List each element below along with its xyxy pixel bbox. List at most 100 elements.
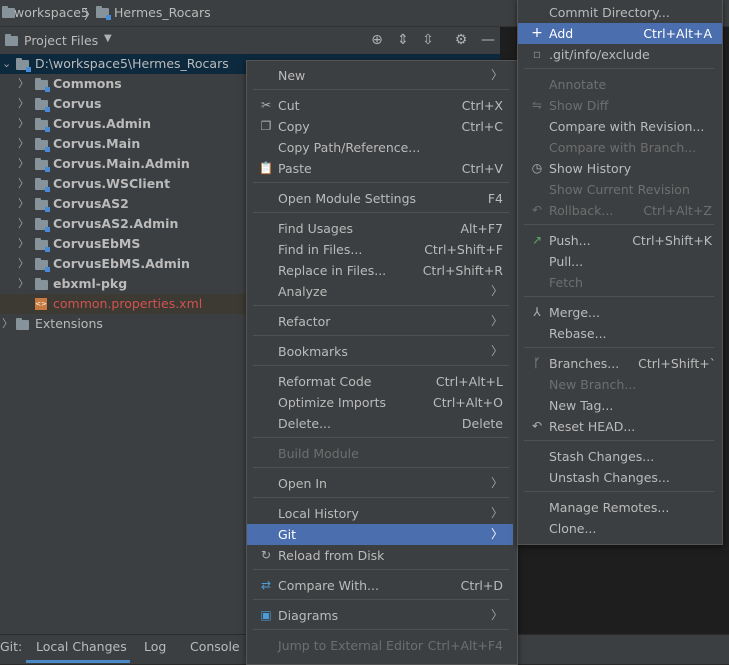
tab-local-changes[interactable]: Local Changes bbox=[36, 639, 127, 654]
chevron-right-icon[interactable]: 〉 bbox=[18, 194, 29, 214]
menu-separator bbox=[253, 89, 509, 90]
menu-item-copy[interactable]: ❐ Copy Ctrl+C bbox=[247, 116, 513, 137]
menu-item-fetch[interactable]: Fetch bbox=[518, 272, 722, 293]
menu-label: Build Module bbox=[278, 446, 359, 461]
menu-item-pull[interactable]: Pull... bbox=[518, 251, 722, 272]
menu-item-build-module[interactable]: Build Module bbox=[247, 443, 513, 464]
locate-icon[interactable]: ⊕ bbox=[368, 31, 386, 49]
breadcrumb-root[interactable]: workspace5 bbox=[14, 5, 89, 20]
menu-item-rebase[interactable]: Rebase... bbox=[518, 323, 722, 344]
menu-item-paste[interactable]: 📋 Paste Ctrl+V bbox=[247, 158, 513, 179]
menu-item-find-in-files[interactable]: Find in Files... Ctrl+Shift+F bbox=[247, 239, 513, 260]
menu-item-unstash-changes[interactable]: Unstash Changes... bbox=[518, 467, 722, 488]
menu-separator bbox=[524, 224, 714, 225]
menu-label: Bookmarks bbox=[278, 344, 348, 359]
menu-item-rollback[interactable]: ↶ Rollback... Ctrl+Alt+Z bbox=[518, 200, 722, 221]
chevron-right-icon[interactable]: 〉 bbox=[18, 234, 29, 254]
menu-item-show-current-revision[interactable]: Show Current Revision bbox=[518, 179, 722, 200]
menu-label: Replace in Files... bbox=[278, 263, 387, 278]
menu-label: Show Current Revision bbox=[549, 182, 690, 197]
chevron-right-icon: 〉 bbox=[490, 506, 503, 520]
menu-item-commit-directory[interactable]: Commit Directory... bbox=[518, 2, 722, 23]
menu-item-compare-with-revision[interactable]: Compare with Revision... bbox=[518, 116, 722, 137]
chevron-right-icon[interactable]: 〉 bbox=[18, 214, 29, 234]
tab-console[interactable]: Console bbox=[190, 639, 240, 654]
menu-item-diagrams[interactable]: ▣ Diagrams 〉 bbox=[247, 605, 513, 626]
menu-item-compare-with-branch[interactable]: Compare with Branch... bbox=[518, 137, 722, 158]
project-view-icon bbox=[5, 33, 18, 47]
chevron-right-icon: 〉 bbox=[490, 608, 503, 622]
module-folder-icon bbox=[35, 178, 50, 192]
tab-log[interactable]: Log bbox=[144, 639, 166, 654]
menu-item-copy-path[interactable]: Copy Path/Reference... bbox=[247, 137, 513, 158]
menu-item-show-history[interactable]: ◷ Show History bbox=[518, 158, 722, 179]
menu-item-delete[interactable]: Delete... Delete bbox=[247, 413, 513, 434]
menu-label: Open In bbox=[278, 476, 327, 491]
breadcrumb-project[interactable]: Hermes_Rocars bbox=[114, 5, 211, 20]
menu-item-show-diff[interactable]: ⇋ Show Diff bbox=[518, 95, 722, 116]
chevron-right-icon[interactable]: 〉 bbox=[18, 254, 29, 274]
menu-item-push[interactable]: ↗ Push... Ctrl+Shift+K bbox=[518, 230, 722, 251]
menu-item-branches[interactable]: ᚴ Branches... Ctrl+Shift+` bbox=[518, 353, 722, 374]
menu-item-open-in[interactable]: Open In 〉 bbox=[247, 473, 513, 494]
shortcut: Ctrl+Alt+A bbox=[643, 26, 712, 41]
menu-item-refactor[interactable]: Refactor 〉 bbox=[247, 311, 513, 332]
rollback-icon: ↶ bbox=[531, 203, 543, 217]
push-icon: ↗ bbox=[531, 233, 543, 247]
compare-icon: ⇄ bbox=[260, 578, 272, 592]
menu-separator bbox=[253, 497, 509, 498]
menu-item-git-exclude[interactable]: ▫ .git/info/exclude bbox=[518, 44, 722, 65]
chevron-right-icon[interactable]: 〉 bbox=[18, 154, 29, 174]
chevron-right-icon[interactable]: 〉 bbox=[18, 74, 29, 94]
menu-item-optimize-imports[interactable]: Optimize Imports Ctrl+Alt+O bbox=[247, 392, 513, 413]
menu-item-add[interactable]: + Add Ctrl+Alt+A bbox=[518, 23, 722, 44]
menu-item-new-branch[interactable]: New Branch... bbox=[518, 374, 722, 395]
hide-icon[interactable]: — bbox=[479, 31, 497, 49]
chevron-right-icon[interactable]: 〉 bbox=[18, 134, 29, 154]
menu-item-analyze[interactable]: Analyze 〉 bbox=[247, 281, 513, 302]
project-view-title[interactable]: Project Files bbox=[24, 33, 98, 48]
gear-icon[interactable]: ⚙ bbox=[452, 31, 470, 49]
shortcut: Ctrl+D bbox=[460, 578, 503, 593]
tree-item-label: Corvus.WSClient bbox=[53, 176, 171, 191]
project-toolbar: Project Files ▼ ⊕ ⇕ ⇳ ⚙ — bbox=[0, 27, 500, 55]
expand-all-icon[interactable]: ⇕ bbox=[394, 31, 412, 49]
menu-item-new[interactable]: New 〉 bbox=[247, 65, 513, 86]
menu-item-local-history[interactable]: Local History 〉 bbox=[247, 503, 513, 524]
menu-item-compare-with[interactable]: ⇄ Compare With... Ctrl+D bbox=[247, 575, 513, 596]
chevron-right-icon[interactable]: 〉 bbox=[18, 174, 29, 194]
menu-item-clone[interactable]: Clone... bbox=[518, 518, 722, 539]
menu-item-open-module-settings[interactable]: Open Module Settings F4 bbox=[247, 188, 513, 209]
chevron-right-icon[interactable]: 〉 bbox=[18, 114, 29, 134]
menu-item-jump-to-external-editor[interactable]: Jump to External Editor Ctrl+Alt+F4 bbox=[247, 635, 513, 656]
menu-item-replace-in-files[interactable]: Replace in Files... Ctrl+Shift+R bbox=[247, 260, 513, 281]
menu-item-stash-changes[interactable]: Stash Changes... bbox=[518, 446, 722, 467]
chevron-right-icon[interactable]: 〉 bbox=[2, 314, 13, 334]
module-folder-icon bbox=[35, 238, 50, 252]
chevron-down-icon[interactable]: ⌄ bbox=[2, 54, 11, 74]
module-folder-icon bbox=[35, 138, 50, 152]
menu-item-find-usages[interactable]: Find Usages Alt+F7 bbox=[247, 218, 513, 239]
chevron-down-icon[interactable]: ▼ bbox=[104, 33, 112, 44]
menu-item-new-tag[interactable]: New Tag... bbox=[518, 395, 722, 416]
menu-item-bookmarks[interactable]: Bookmarks 〉 bbox=[247, 341, 513, 362]
shortcut: Ctrl+Shift+K bbox=[632, 233, 712, 248]
menu-item-git[interactable]: Git 〉 bbox=[247, 524, 513, 545]
menu-label: Unstash Changes... bbox=[549, 470, 670, 485]
collapse-all-icon[interactable]: ⇳ bbox=[419, 31, 437, 49]
menu-separator bbox=[524, 440, 714, 441]
menu-item-merge[interactable]: ⅄ Merge... bbox=[518, 302, 722, 323]
menu-item-reset-head[interactable]: ↶ Reset HEAD... bbox=[518, 416, 722, 437]
menu-item-cut[interactable]: ✂ Cut Ctrl+X bbox=[247, 95, 513, 116]
menu-item-reformat-code[interactable]: Reformat Code Ctrl+Alt+L bbox=[247, 371, 513, 392]
chevron-right-icon[interactable]: 〉 bbox=[18, 274, 29, 294]
menu-item-manage-remotes[interactable]: Manage Remotes... bbox=[518, 497, 722, 518]
menu-item-annotate[interactable]: Annotate bbox=[518, 74, 722, 95]
chevron-right-icon[interactable]: 〉 bbox=[18, 94, 29, 114]
menu-label: Fetch bbox=[549, 275, 583, 290]
menu-label: Optimize Imports bbox=[278, 395, 387, 410]
menu-label: Annotate bbox=[549, 77, 607, 92]
menu-item-reload-from-disk[interactable]: ↻ Reload from Disk bbox=[247, 545, 513, 566]
git-submenu: Commit Directory... + Add Ctrl+Alt+A ▫ .git… bbox=[517, 0, 723, 545]
menu-label: Jump to External Editor bbox=[278, 638, 424, 653]
